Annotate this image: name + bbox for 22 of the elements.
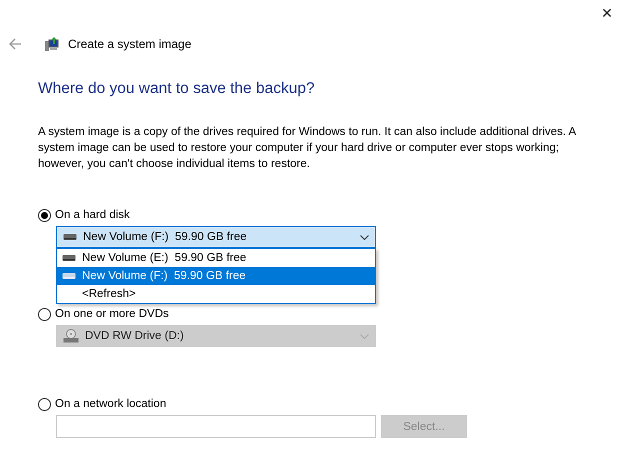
optical-drive-icon <box>63 329 79 343</box>
radio-label[interactable]: On a hard disk <box>55 209 130 221</box>
drive-dropdown[interactable]: New Volume (F:) 59.90 GB free <box>56 226 376 248</box>
description-text: A system image is a copy of the drives required for Windows to run. It can also include additional drives. A system image can be used to restore your computer if your hard drive or computer ever stops working; however, you can't choose individual items to restore. <box>38 125 577 172</box>
drive-icon <box>62 272 76 280</box>
dropdown-item[interactable]: New Volume (F:) 59.90 GB free <box>57 267 375 285</box>
radio-label[interactable]: On one or more DVDs <box>55 308 169 320</box>
radio-button[interactable] <box>38 308 51 320</box>
radio-button[interactable] <box>38 208 51 222</box>
radio-label[interactable]: On a network location <box>55 398 166 410</box>
radio-button[interactable] <box>38 398 51 410</box>
drive-icon <box>63 233 77 241</box>
window-title: Create a system image <box>68 37 192 51</box>
chevron-down-icon <box>360 234 369 240</box>
drive-icon <box>62 254 76 262</box>
back-arrow-icon[interactable] <box>8 37 22 51</box>
chevron-down-icon <box>360 334 369 338</box>
page-heading: Where do you want to save the backup? <box>38 80 316 98</box>
computer-backup-icon <box>44 36 60 52</box>
dropdown-item[interactable]: <Refresh> <box>57 285 375 303</box>
dropdown-item[interactable]: New Volume (E:) 59.90 GB free <box>57 249 375 267</box>
close-button[interactable]: ✕ <box>593 2 621 26</box>
